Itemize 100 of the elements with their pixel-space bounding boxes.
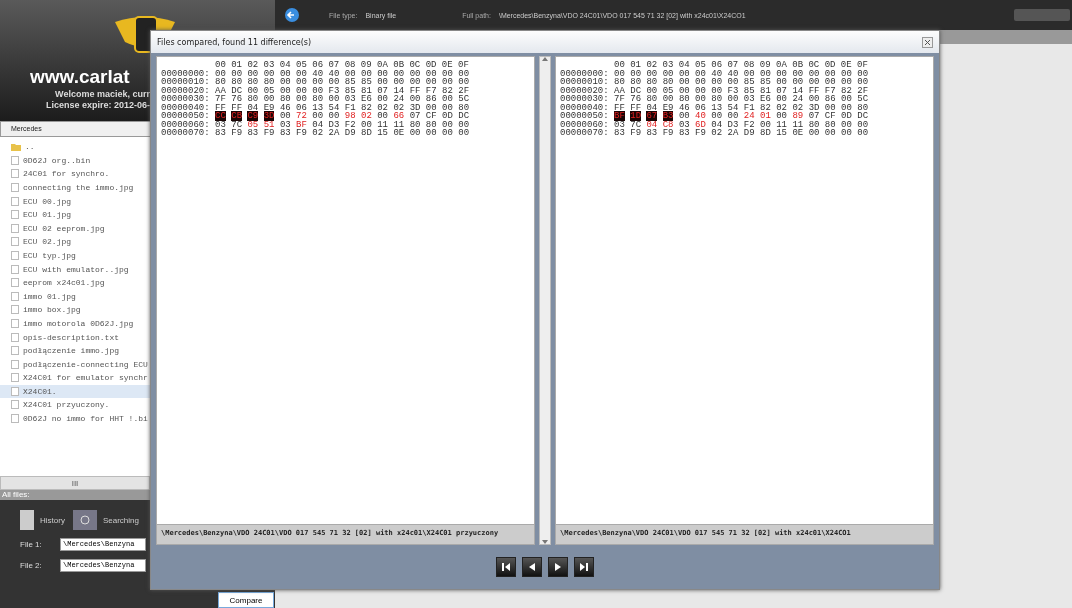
hex-byte: 80	[646, 77, 658, 87]
file-item[interactable]: immo box.jpg	[0, 303, 275, 317]
column-header: 00 01 02 03 04 05 06 07 08 09 0A 0B 0C 0D 0E 0F	[214, 61, 470, 70]
hex-byte: 6D	[695, 119, 706, 130]
horizontal-scrollbar[interactable]: III	[0, 476, 150, 490]
file-item[interactable]: 0D62J org..bin	[0, 153, 275, 168]
hex-byte: 13	[711, 102, 723, 113]
up-arrow-icon	[542, 57, 548, 61]
hex-byte: 85	[743, 85, 755, 96]
hex-byte: 82	[361, 102, 372, 113]
hex-byte: F3	[328, 85, 340, 96]
file-item[interactable]: ..	[0, 139, 275, 154]
hex-byte: 00	[328, 77, 340, 87]
hex-byte: 00	[312, 85, 324, 96]
hex-byte: 07	[377, 85, 388, 96]
hex-byte: 82	[442, 85, 453, 96]
file-item[interactable]: ECU with emulator..jpg	[0, 262, 275, 276]
file-item[interactable]: immo 01.jpg	[0, 289, 275, 303]
file-item[interactable]: 24C01 for synchro.	[0, 167, 275, 181]
file-item[interactable]: podłączenie immo.jpg	[0, 343, 275, 358]
file-item[interactable]: opis-description.txt	[0, 330, 275, 344]
first-difference-button[interactable]	[496, 557, 516, 577]
hex-byte: 00	[409, 128, 421, 138]
file-item[interactable]: ECU typ.jpg	[0, 248, 275, 263]
hex-byte: 00	[296, 68, 307, 79]
hex-byte: F1	[743, 102, 755, 113]
hex-byte: E9	[263, 102, 275, 113]
hex-byte: 00	[296, 94, 307, 104]
hex-byte: 2A	[328, 128, 340, 138]
hex-byte: 00	[377, 77, 388, 87]
hex-byte: 72	[296, 111, 307, 121]
file-item[interactable]: X24C01 for emulator synchr	[0, 371, 275, 385]
hex-byte: 00	[841, 128, 852, 138]
hex-byte: 00	[824, 102, 836, 113]
hex-byte: 80	[263, 77, 275, 87]
hex-byte: 00	[743, 68, 755, 79]
hex-byte: 89	[792, 111, 804, 121]
hex-byte: D3	[727, 119, 739, 130]
hex-byte: 83	[678, 128, 690, 138]
file-item[interactable]: immo motorola 0D62J.jpg	[0, 316, 275, 331]
hex-byte: 82	[760, 102, 771, 113]
hex-byte: 80	[630, 77, 642, 87]
history-button[interactable]: History	[20, 510, 65, 530]
hex-byte: 00	[776, 77, 787, 87]
hex-byte: 85	[743, 77, 755, 87]
hex-byte: 5C	[857, 94, 869, 104]
hex-byte: FF	[409, 85, 421, 96]
hex-byte: 00	[409, 94, 421, 104]
next-difference-button[interactable]	[548, 557, 568, 577]
hex-byte: 00	[442, 102, 453, 113]
hex-byte: F2	[743, 119, 755, 130]
previous-difference-button[interactable]	[522, 557, 542, 577]
file-item[interactable]: ECU 01.jpg	[0, 207, 275, 222]
hex-byte: 07	[808, 111, 820, 121]
hex-byte: 00	[678, 85, 690, 96]
hex-byte: 80	[215, 77, 226, 87]
hex-byte: 03	[743, 94, 755, 104]
site-url: www.carlat	[30, 66, 130, 88]
hex-byte: 00	[695, 77, 706, 87]
hex-byte: 04	[711, 119, 723, 130]
hex-byte: 0D	[442, 111, 453, 121]
file-item[interactable]: X24C01 przyuczony.	[0, 398, 275, 412]
file-item[interactable]: connecting the immo.jpg	[0, 180, 275, 195]
hex-byte: 00	[425, 68, 437, 79]
file-item[interactable]: ECU 02 eeprom.jpg	[0, 221, 275, 236]
hex-byte: 00	[630, 68, 642, 79]
hex-byte: 51	[263, 119, 275, 130]
hex-address: 00000060:	[161, 119, 210, 130]
file-item[interactable]: ECU 02.jpg	[0, 235, 275, 249]
hex-byte: 06	[695, 102, 706, 113]
book-icon	[20, 510, 34, 530]
file-item[interactable]: ECU 00.jpg	[0, 194, 275, 208]
hex-byte: F9	[263, 128, 275, 138]
hex-byte: 00	[442, 68, 453, 79]
hex-byte: 00	[442, 119, 453, 130]
skip-forward-icon	[579, 562, 589, 572]
hex-byte: 07	[776, 85, 787, 96]
close-button[interactable]	[922, 36, 933, 48]
hex-byte: 00	[279, 111, 291, 121]
last-difference-button[interactable]	[574, 557, 594, 577]
hex-byte: 00	[263, 94, 275, 104]
hex-byte: 00	[857, 77, 869, 87]
file-item[interactable]: eeprom x24c01.jpg	[0, 275, 275, 290]
hex-byte: D9	[344, 128, 356, 138]
hex-byte: C8	[662, 119, 674, 130]
hex-byte: 46	[279, 102, 291, 113]
compare-button[interactable]: Compare	[218, 592, 274, 608]
hex-byte: 00	[662, 68, 674, 79]
hex-byte: 00	[215, 68, 226, 79]
hex-byte: F3	[727, 85, 739, 96]
hex-byte: 00	[760, 119, 771, 130]
file-item[interactable]: 0D62J no immo for HHT !.bi	[0, 411, 275, 426]
hex-byte: 13	[312, 102, 324, 113]
hex-byte: 80	[247, 94, 259, 104]
vertical-scrollbar[interactable]	[539, 56, 551, 545]
hex-byte: 8D	[361, 128, 372, 138]
file-item[interactable]: podłączenie-connecting ECU	[0, 357, 275, 371]
searching-button[interactable]: Searching	[72, 510, 139, 530]
skip-back-icon	[501, 562, 511, 572]
hex-byte: 76	[231, 94, 243, 104]
